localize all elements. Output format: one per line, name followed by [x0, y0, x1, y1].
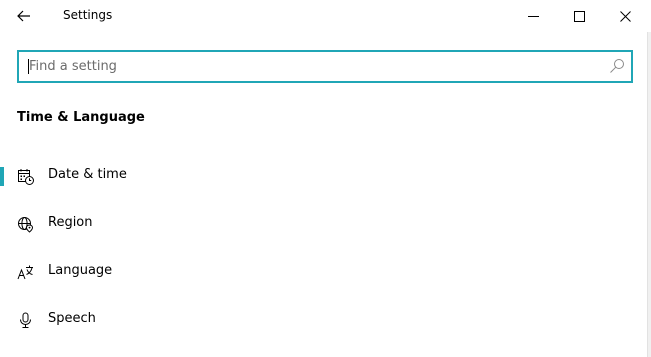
- settings-window: Settings Time & Language: [0, 0, 651, 357]
- globe-pin-icon: [18, 217, 34, 233]
- nav-item-label: Region: [48, 215, 93, 230]
- nav-item-language[interactable]: Language: [0, 254, 640, 290]
- search-icon[interactable]: [609, 58, 625, 74]
- language-icon: [17, 265, 33, 280]
- close-icon: [619, 10, 631, 22]
- arrow-left-icon: [17, 10, 30, 22]
- maximize-icon: [573, 10, 585, 22]
- text-cursor: [28, 59, 29, 74]
- minimize-button[interactable]: [510, 0, 556, 32]
- close-button[interactable]: [602, 0, 648, 32]
- microphone-icon: [20, 312, 31, 328]
- search-box[interactable]: [17, 50, 633, 83]
- scrollbar-track[interactable]: [647, 32, 651, 357]
- calendar-clock-icon: [18, 169, 34, 185]
- nav-item-label: Language: [48, 263, 113, 278]
- search-input[interactable]: [19, 52, 599, 81]
- window-title: Settings: [63, 8, 113, 22]
- back-button[interactable]: [6, 0, 42, 32]
- nav-item-region[interactable]: Region: [0, 206, 640, 242]
- section-title: Time & Language: [17, 110, 145, 125]
- nav-item-label: Speech: [48, 311, 96, 326]
- nav-item-speech[interactable]: Speech: [0, 302, 640, 338]
- minimize-icon: [527, 15, 539, 17]
- nav-item-date-time[interactable]: Date & time: [0, 158, 640, 194]
- nav-item-label: Date & time: [48, 167, 127, 182]
- maximize-button[interactable]: [556, 0, 602, 32]
- title-bar: Settings: [0, 0, 651, 32]
- selection-indicator: [0, 167, 4, 186]
